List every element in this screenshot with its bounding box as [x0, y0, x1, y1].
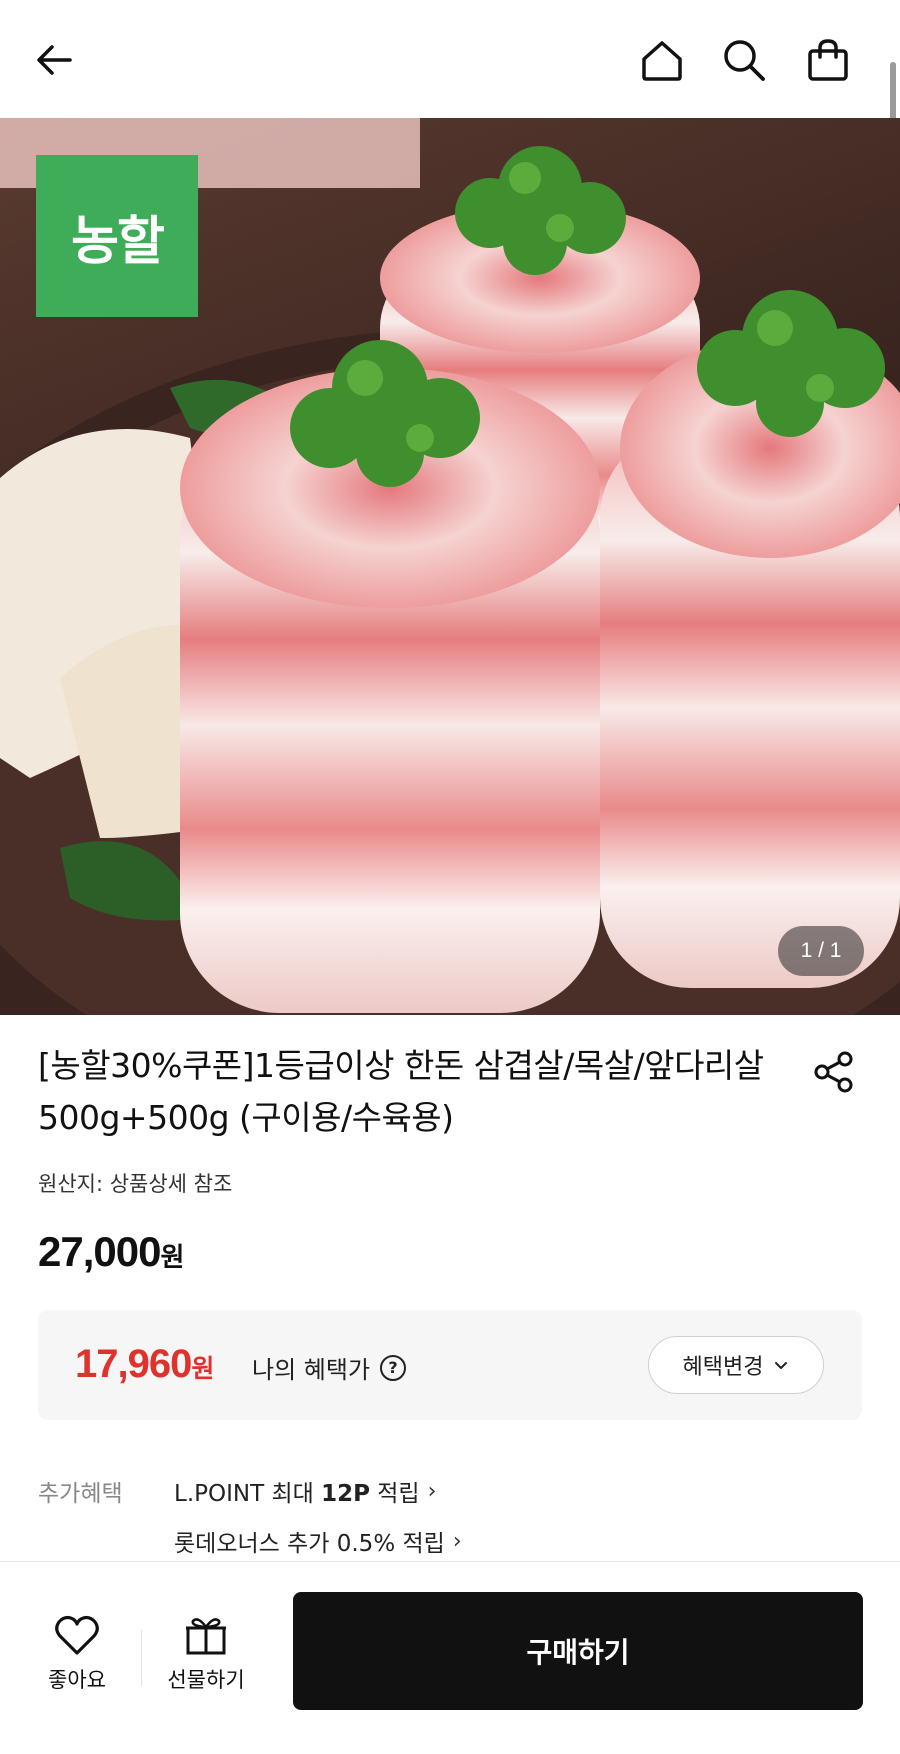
original-price: 27,000원: [38, 1228, 184, 1276]
price-value: 27,000: [38, 1228, 161, 1275]
benefit-price-unit: 원: [191, 1354, 214, 1383]
like-button[interactable]: 좋아요: [22, 1614, 132, 1714]
lotte-owners-benefit-link[interactable]: 롯데오너스 추가 0.5% 적립 ›: [174, 1524, 462, 1558]
arrow-left-icon[interactable]: [24, 30, 84, 90]
gift-icon: [186, 1618, 226, 1655]
benefit-price-value: 17,960: [75, 1342, 192, 1386]
home-icon[interactable]: [632, 30, 692, 90]
search-icon[interactable]: [714, 30, 774, 90]
benefit-price-box: 17,960원 나의 혜택가 ? 혜택변경: [38, 1310, 862, 1420]
change-benefit-button[interactable]: 혜택변경: [648, 1336, 824, 1394]
chevron-right-icon: ›: [427, 1478, 437, 1504]
change-benefit-label: 혜택변경: [682, 1355, 764, 1380]
benefit-price: 17,960원: [75, 1342, 214, 1387]
chevron-right-icon: ›: [452, 1528, 462, 1554]
bottom-action-bar: 좋아요 선물하기 구매하기: [0, 1561, 900, 1754]
gift-label: 선물하기: [167, 1668, 245, 1692]
divider: [141, 1630, 142, 1686]
lpoint-benefit-link[interactable]: L.POINT 최대 12P 적립 ›: [174, 1474, 436, 1508]
top-navigation-bar: [0, 0, 900, 152]
lpoint-points: 12P: [321, 1481, 370, 1507]
help-icon[interactable]: ?: [380, 1354, 407, 1381]
like-label: 좋아요: [48, 1668, 106, 1692]
image-counter: 1 / 1: [778, 926, 864, 976]
benefit-label-text: 나의 혜택가: [252, 1356, 371, 1384]
lotte-owners-text: 롯데오너스 추가 0.5% 적립: [174, 1531, 445, 1557]
buy-button[interactable]: 구매하기: [293, 1592, 863, 1710]
brand-logo: 농할: [36, 155, 198, 317]
product-image[interactable]: 농할 1 / 1: [0, 118, 900, 1015]
lpoint-text: L.POINT 최대: [174, 1481, 322, 1507]
chevron-down-icon: [775, 1362, 788, 1369]
heart-icon: [55, 1615, 99, 1655]
extra-benefits-label: 추가혜택: [38, 1481, 123, 1507]
price-unit: 원: [160, 1243, 184, 1273]
gift-button[interactable]: 선물하기: [151, 1614, 261, 1714]
lpoint-suffix: 적립: [369, 1481, 420, 1507]
my-benefit-label: 나의 혜택가 ?: [252, 1350, 407, 1385]
share-icon[interactable]: [808, 1046, 860, 1098]
product-title: [농할30%쿠폰]1등급이상 한돈 삼겹살/목살/앞다리살 500g+500g …: [38, 1046, 764, 1137]
origin-info: 원산지: 상품상세 참조: [38, 1172, 233, 1196]
shopping-bag-icon[interactable]: [798, 30, 858, 90]
